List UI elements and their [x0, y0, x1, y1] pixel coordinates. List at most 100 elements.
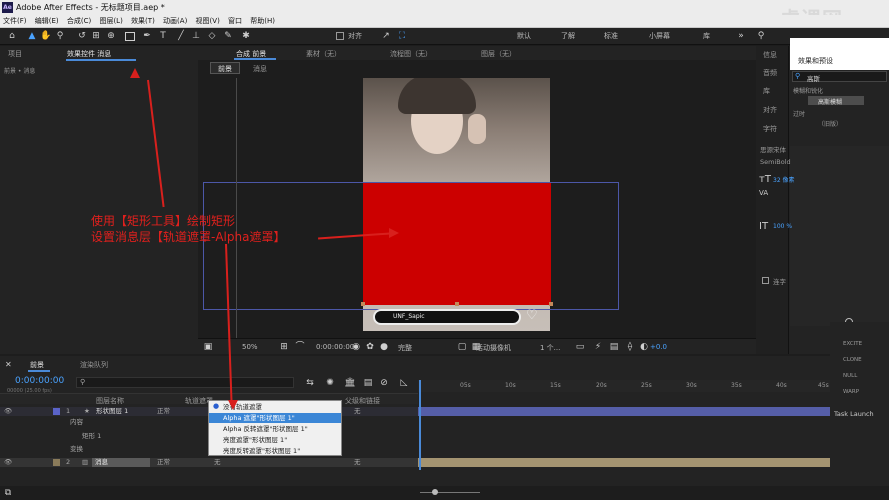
zoom-select[interactable]: 50% [242, 343, 258, 351]
viewer-timecode[interactable]: 0:00:00:00 [316, 343, 354, 351]
timeline-tab-foreground[interactable]: 前景 [30, 360, 44, 370]
resolution-select[interactable]: 完整 [398, 343, 412, 353]
layer-row-2[interactable]: 👁 2 ▥ 消息 正常 无 无 [0, 458, 420, 467]
grid-icon[interactable]: ⊞ [278, 341, 290, 353]
layer-mode-1[interactable]: 正常 [157, 407, 170, 416]
draft-3d-icon[interactable]: ✺ [324, 377, 336, 389]
layer-name-2[interactable]: 消息 [92, 458, 150, 467]
zoom-tool-icon[interactable]: ⚲ [54, 30, 66, 42]
home-icon[interactable]: ⌂ [6, 30, 18, 42]
tab-footage[interactable]: 素材（无） [306, 49, 341, 59]
tab-effect-controls[interactable]: 效果控件 消息 [67, 49, 111, 59]
font-style[interactable]: SemiBold [760, 158, 791, 166]
frame-blend-icon[interactable]: ▤ [362, 377, 374, 389]
mask-visibility-icon[interactable]: ⌒ [294, 341, 306, 353]
subtab-message[interactable]: 消息 [253, 64, 267, 74]
exposure-value[interactable]: +0.0 [650, 343, 667, 351]
puppet-tool-icon[interactable]: ✱ [240, 30, 252, 42]
exposure-icon[interactable]: ◐ [638, 341, 650, 353]
side-tab-align[interactable]: 对齐 [763, 105, 777, 115]
vertical-scale-value[interactable]: 100 % [773, 223, 792, 230]
shy-icon[interactable]: 🏛 [344, 377, 356, 389]
ligature-checkbox[interactable] [762, 277, 769, 284]
script-warp[interactable]: WARP [843, 389, 859, 395]
workspace-learn[interactable]: 了解 [561, 31, 575, 41]
menu-view[interactable]: 视图(V) [196, 17, 220, 25]
align-checkbox[interactable] [336, 32, 344, 40]
layer-parent-1[interactable]: 无 [354, 407, 361, 416]
layer-mode-2[interactable]: 正常 [157, 458, 170, 467]
region-of-interest-icon[interactable]: ▢ [456, 341, 468, 353]
brush-tool-icon[interactable]: ╱ [175, 30, 187, 42]
menu-layer[interactable]: 图层(L) [99, 17, 122, 25]
workspace-menu-icon[interactable]: » [735, 30, 747, 42]
timeline-timecode[interactable]: 0:00:00:00 [15, 376, 64, 386]
layer-bar-1[interactable] [418, 407, 830, 416]
eraser-tool-icon[interactable]: ◇ [206, 30, 218, 42]
side-tab-audio[interactable]: 音频 [763, 68, 777, 78]
tab-project[interactable]: 项目 [8, 49, 22, 59]
script-clone[interactable]: CLONE [843, 357, 862, 363]
pen-tool-icon[interactable]: ✒ [141, 30, 153, 42]
tree-item-legacy[interactable]: （旧版） [818, 119, 842, 128]
tree-category-blur[interactable]: 模糊和锐化 [793, 86, 823, 95]
render-queue-tab[interactable]: 渲染队列 [80, 360, 108, 370]
views-select[interactable]: 1 个... [540, 343, 560, 353]
render-time-icon[interactable]: ⧉ [2, 487, 14, 499]
clone-stamp-tool-icon[interactable]: ⊥ [190, 30, 202, 42]
motion-blur-icon[interactable]: ⊘ [378, 377, 390, 389]
script-excite[interactable]: EXCITE [843, 341, 862, 347]
option-luma-matte[interactable]: 亮度遮罩"形状图层 1" [209, 435, 341, 445]
text-tool-icon[interactable]: T [157, 30, 169, 42]
eye-icon[interactable]: 👁 [4, 407, 12, 416]
menu-animation[interactable]: 动画(A) [163, 17, 187, 25]
fast-preview-icon[interactable]: ⚡ [592, 341, 604, 353]
menu-window[interactable]: 窗口 [228, 17, 242, 25]
effects-search-input[interactable]: ⚲ 高斯 [792, 71, 887, 83]
layer-matte-2[interactable]: 无 [214, 458, 221, 467]
side-tab-library[interactable]: 库 [763, 86, 770, 96]
menu-composition[interactable]: 合成(C) [67, 17, 91, 25]
label-color-2[interactable] [53, 459, 60, 466]
tab-flowchart[interactable]: 流程图（无） [390, 49, 432, 59]
channel-icon[interactable]: ● [378, 341, 390, 353]
menu-effect[interactable]: 效果(T) [131, 17, 155, 25]
option-alpha-inverted[interactable]: Alpha 反转遮罩"形状图层 1" [209, 424, 341, 434]
font-name[interactable]: 思源宋体 [760, 144, 786, 154]
show-snapshot-icon[interactable]: ✿ [364, 341, 376, 353]
layer-bar-2[interactable] [418, 458, 830, 467]
time-ruler[interactable]: 05s 10s 15s 20s 25s 30s 35s 40s 45s [418, 380, 830, 392]
tree-item-gaussian-blur[interactable]: 高斯模糊 [818, 97, 842, 106]
zoom-slider[interactable] [420, 492, 480, 493]
search-help-icon[interactable]: ⚲ [755, 30, 767, 42]
workspace-small-screen[interactable]: 小屏幕 [649, 31, 670, 41]
timeline-icon[interactable]: ▤ [608, 341, 620, 353]
snapshot-icon[interactable]: ◉ [350, 341, 362, 353]
task-launch-label[interactable]: Task Launch [834, 410, 874, 418]
eye-icon-2[interactable]: 👁 [4, 458, 12, 467]
flowchart-icon[interactable]: ⟠ [624, 341, 636, 353]
tree-category-obsolete[interactable]: 过时 [793, 109, 805, 118]
camera-tool-icon[interactable]: ⊞ [90, 30, 102, 42]
pan-behind-tool-icon[interactable]: ⊕ [105, 30, 117, 42]
workspace-default[interactable]: 默认 [517, 31, 531, 41]
timeline-search-input[interactable]: ⚲ [76, 377, 294, 388]
menu-edit[interactable]: 编辑(E) [35, 17, 59, 25]
subtab-foreground[interactable]: 前景 [218, 64, 232, 74]
rectangle-tool-icon[interactable] [125, 32, 135, 41]
snap-icon[interactable]: ↗ [380, 30, 392, 42]
roto-brush-tool-icon[interactable]: ✎ [222, 30, 234, 42]
graph-editor-icon[interactable]: ◺ [398, 377, 410, 389]
selection-tool-icon[interactable]: ▲ [26, 30, 38, 42]
handle-bottom-left[interactable] [361, 302, 365, 306]
playhead[interactable] [419, 380, 421, 470]
font-size-value[interactable]: 32 像素 [773, 175, 795, 184]
label-color-1[interactable] [53, 408, 60, 415]
workspace-standard[interactable]: 标准 [604, 31, 618, 41]
option-luma-inverted[interactable]: 亮度反转遮罩"形状图层 1" [209, 446, 341, 456]
script-null[interactable]: NULL [843, 373, 857, 379]
handle-bottom-right[interactable] [549, 302, 553, 306]
option-alpha-matte[interactable]: Alpha 遮罩"形状图层 1" [209, 413, 341, 423]
rotate-tool-icon[interactable]: ↺ [76, 30, 88, 42]
comp-flow-icon[interactable]: ⇆ [304, 377, 316, 389]
